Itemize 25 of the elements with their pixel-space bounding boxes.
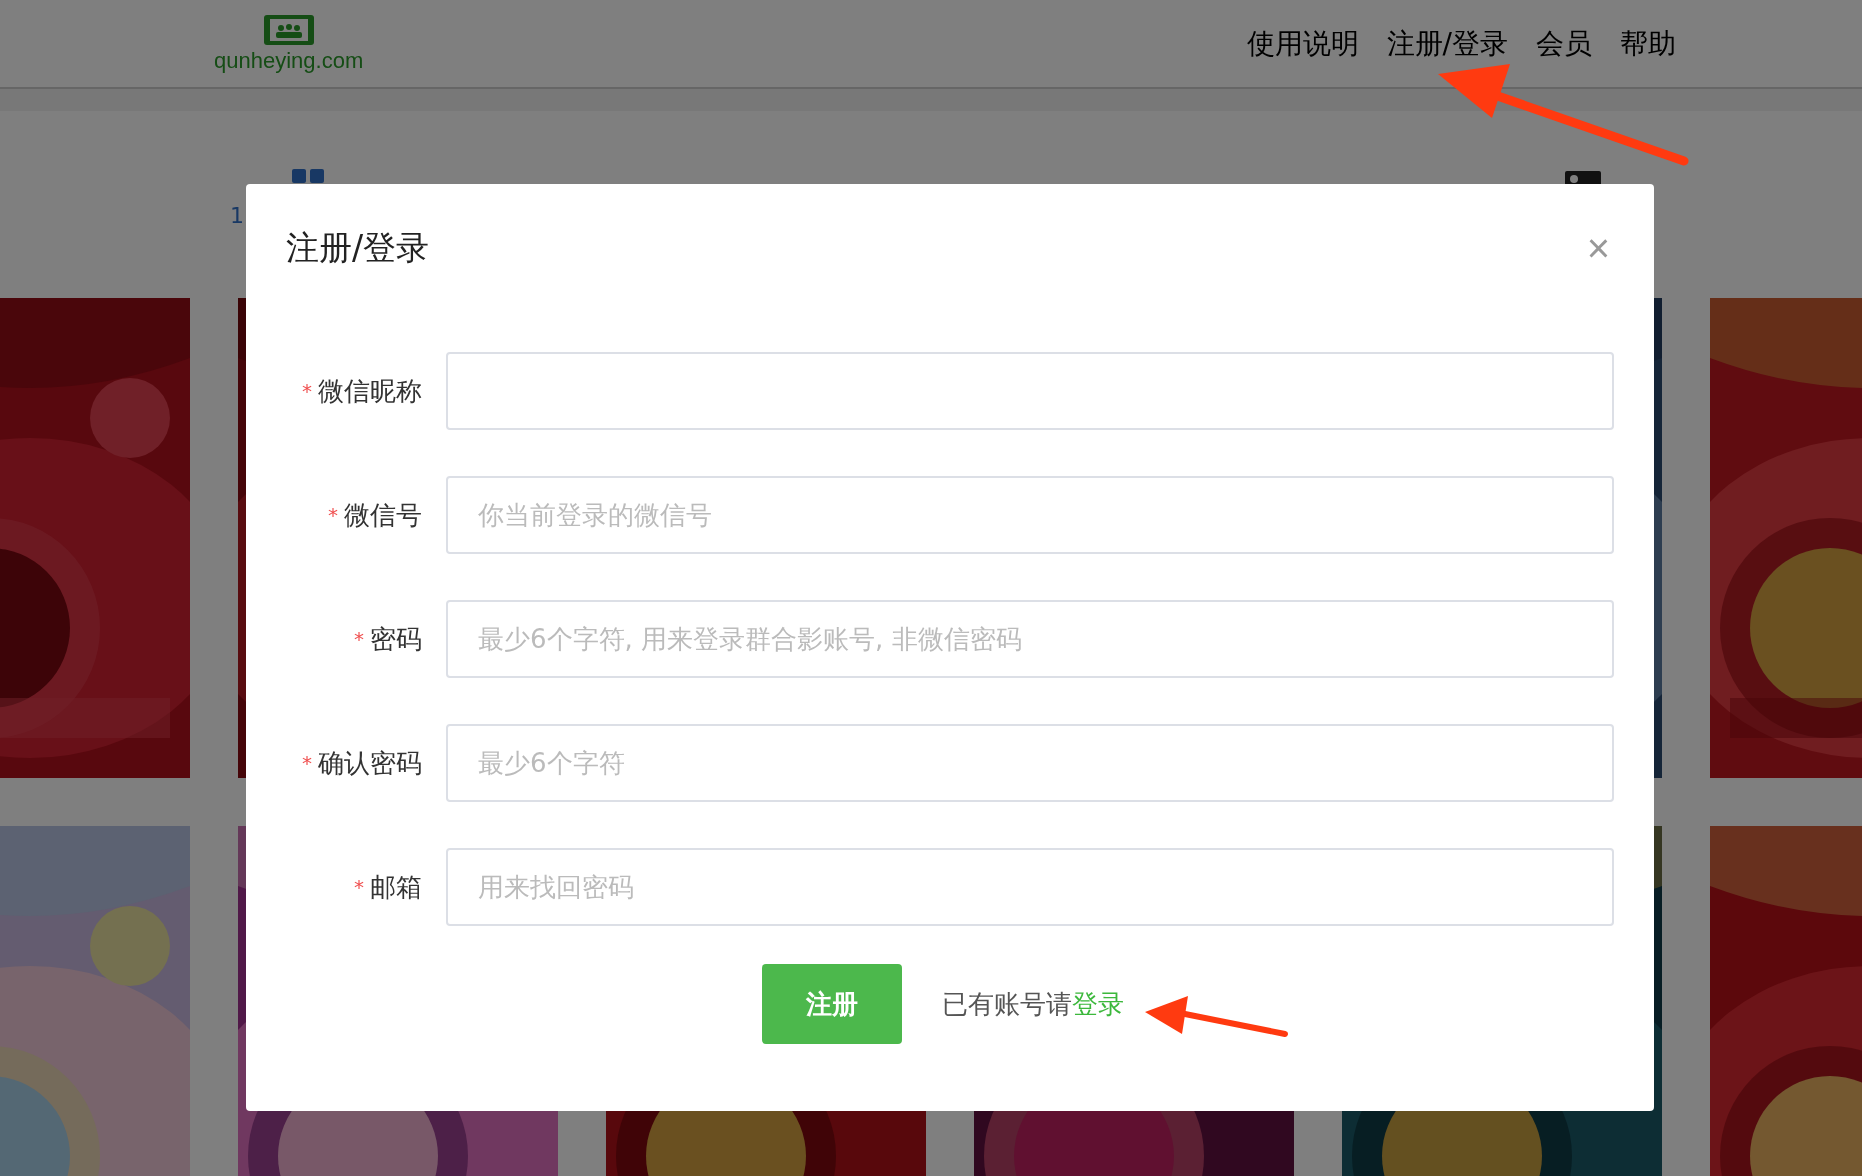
required-mark: * (354, 627, 364, 651)
input-field[interactable]: 最少6个字符, 用来登录群合影账号, 非微信密码 (446, 600, 1614, 678)
page-number: 1 (230, 203, 244, 228)
input-field[interactable]: 用来找回密码 (446, 848, 1614, 926)
field-label: 确认密码 (318, 746, 422, 780)
close-button[interactable]: × (1582, 225, 1614, 271)
nav-link[interactable]: 帮助 (1620, 24, 1676, 63)
field-label: 邮箱 (370, 870, 422, 904)
dialog-title: 注册/登录 (286, 226, 430, 269)
login-prompt: 已有账号请登录 (942, 987, 1124, 1021)
grid-icon[interactable] (292, 169, 324, 183)
nav-link[interactable]: 注册/登录 (1386, 24, 1508, 63)
nav-link[interactable]: 会员 (1536, 24, 1592, 63)
nav-link[interactable]: 使用说明 (1246, 24, 1359, 63)
required-mark: * (328, 503, 338, 527)
input-field[interactable]: 最少6个字符 (446, 724, 1614, 802)
field-label: 微信昵称 (318, 374, 422, 408)
required-mark: * (354, 875, 364, 899)
field-label: 密码 (370, 622, 422, 656)
required-mark: * (302, 751, 312, 775)
input-field[interactable]: 你当前登录的微信号 (446, 476, 1614, 554)
field-label: 微信号 (344, 498, 422, 532)
tablet-people-icon[interactable] (262, 13, 315, 46)
required-mark: * (302, 379, 312, 403)
input-field[interactable] (446, 352, 1614, 430)
